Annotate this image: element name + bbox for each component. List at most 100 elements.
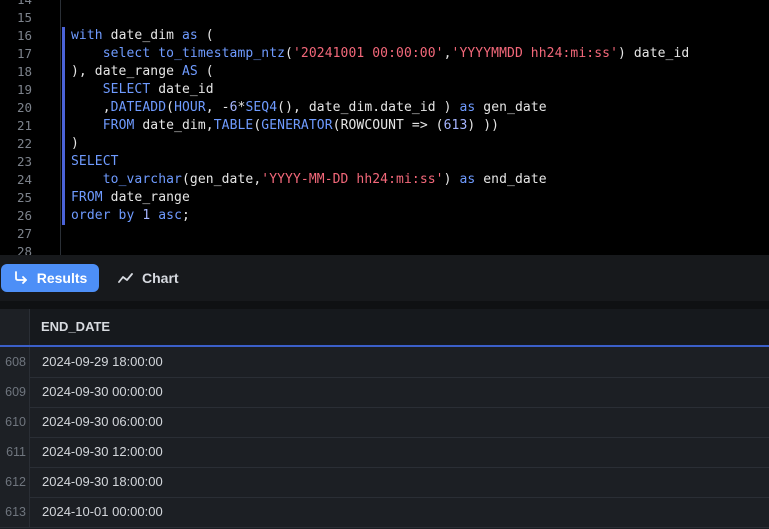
line-number: 15 [16,10,32,25]
code-line[interactable]: 27 [0,225,769,243]
line-number: 27 [16,226,32,241]
code-token: SEQ4 [245,100,278,115]
code-token: as [459,100,476,115]
code-token: gen_date [475,100,547,115]
grid-header: END_DATE [0,309,769,347]
code-token: 6 [229,100,238,115]
code-token: SELECT [102,82,151,97]
line-number: 21 [16,118,32,133]
sql-editor[interactable]: 1415 16 with date_dim as (17 select to_tim… [0,0,769,255]
cell-end-date[interactable]: 2024-09-30 06:00:00 [42,407,163,437]
code-token: ) [443,172,460,187]
table-row[interactable]: 608 2024-09-29 18:00:00 [0,347,769,378]
code-token: HOUR [174,100,206,115]
code-token: FROM [102,118,135,133]
table-row[interactable]: 611 2024-09-30 12:00:00 [0,437,769,468]
code-text[interactable]: SELECT date_id [71,81,214,99]
tab-chart[interactable]: Chart [118,264,179,292]
code-token: ( [197,64,214,79]
code-token: , [443,46,452,61]
line-number: 14 [0,0,32,9]
line-number: 26 [16,208,32,223]
code-token: , [71,100,111,115]
code-text[interactable]: ) [71,135,79,153]
tab-chart-label: Chart [142,270,179,286]
code-token: order by [71,208,135,223]
code-text[interactable]: FROM date_dim,TABLE(GENERATOR(ROWCOUNT =… [71,117,499,135]
table-row[interactable]: 612 2024-09-30 18:00:00 [0,467,769,498]
tab-results[interactable]: Results [1,264,99,292]
code-line[interactable]: 16 with date_dim as ( [0,27,769,45]
cell-end-date[interactable]: 2024-09-30 12:00:00 [42,437,163,467]
code-line[interactable]: 21 FROM date_dim,TABLE(GENERATOR(ROWCOUN… [0,117,769,135]
cell-end-date[interactable]: 2024-09-30 00:00:00 [42,377,163,407]
code-text[interactable]: ,DATEADD(HOUR, -6*SEQ4(), date_dim.date_… [71,99,547,117]
code-line[interactable]: 28 [0,243,769,255]
code-text[interactable]: to_varchar(gen_date,'YYYY-MM-DD hh24:mi:… [71,171,547,189]
table-row[interactable]: 609 2024-09-30 00:00:00 [0,377,769,408]
code-token: with [71,28,103,43]
code-token: FROM [71,190,103,205]
line-number: 20 [16,100,32,115]
code-token: to_timestamp_ntz [158,46,286,61]
cell-end-date[interactable]: 2024-10-01 00:00:00 [42,497,163,527]
line-number: 23 [16,154,32,169]
table-row[interactable]: 613 2024-10-01 00:00:00 [0,497,769,528]
code-line[interactable]: 15 [0,9,769,27]
code-token: (gen_date, [182,172,262,187]
code-token: end_date [475,172,547,187]
code-line[interactable]: 20 ,DATEADD(HOUR, -6*SEQ4(), date_dim.da… [0,99,769,117]
line-number: 28 [16,244,32,255]
code-token: GENERATOR [261,118,333,133]
cell-end-date[interactable]: 2024-09-30 18:00:00 [42,467,163,497]
code-line[interactable]: 14 [0,0,769,9]
code-token: ( [285,46,293,61]
line-chart-icon [118,270,134,286]
code-token: ( [197,28,214,43]
code-text[interactable]: ), date_range AS ( [71,63,214,81]
row-number-header [0,309,30,345]
tab-results-label: Results [36,270,88,286]
cell-end-date[interactable]: 2024-09-29 18:00:00 [42,347,163,377]
code-text[interactable]: with date_dim as ( [71,27,214,45]
line-number: 16 [16,28,32,43]
code-line[interactable]: 18 ), date_range AS ( [0,63,769,81]
line-number: 18 [16,64,32,79]
code-line[interactable]: 19 SELECT date_id [0,81,769,99]
code-token: ) date_id [618,46,690,61]
code-text[interactable]: order by 1 asc; [71,207,190,225]
code-token: date_dim, [134,118,214,133]
code-token: date_range [102,190,190,205]
code-token: select [102,46,151,61]
row-number: 609 [0,377,30,407]
code-token: (ROWCOUNT => ( [332,118,444,133]
code-line[interactable]: 24 to_varchar(gen_date,'YYYY-MM-DD hh24:… [0,171,769,189]
code-token: 613 [443,118,468,133]
code-line[interactable]: 17 select to_timestamp_ntz('20241001 00:… [0,45,769,63]
code-token: date_id [150,82,214,97]
code-text[interactable]: SELECT [71,153,119,171]
code-token: date_dim [102,28,182,43]
code-line[interactable]: 25 FROM date_range [0,189,769,207]
row-number: 611 [0,437,30,467]
panel-divider [0,301,769,309]
code-text[interactable]: FROM date_range [71,189,190,207]
code-token: as [459,172,476,187]
code-token: ) [71,136,79,151]
code-token: 'YYYY-MM-DD hh24:mi:ss' [261,172,444,187]
row-number: 608 [0,347,30,377]
code-token: AS [181,64,198,79]
code-line[interactable]: 26 order by 1 asc; [0,207,769,225]
code-text[interactable]: select to_timestamp_ntz('20241001 00:00:… [71,45,690,63]
results-grid[interactable]: END_DATE 608 2024-09-29 18:00:00 609 2024-0… [0,309,769,529]
code-line[interactable]: 22) [0,135,769,153]
code-token: TABLE [213,118,254,133]
code-line[interactable]: 23 SELECT [0,153,769,171]
code-token: , - [205,100,230,115]
column-header-end-date[interactable]: END_DATE [41,309,110,345]
line-number: 22 [16,136,32,151]
table-row[interactable]: 610 2024-09-30 06:00:00 [0,407,769,438]
code-token: ( [166,100,175,115]
